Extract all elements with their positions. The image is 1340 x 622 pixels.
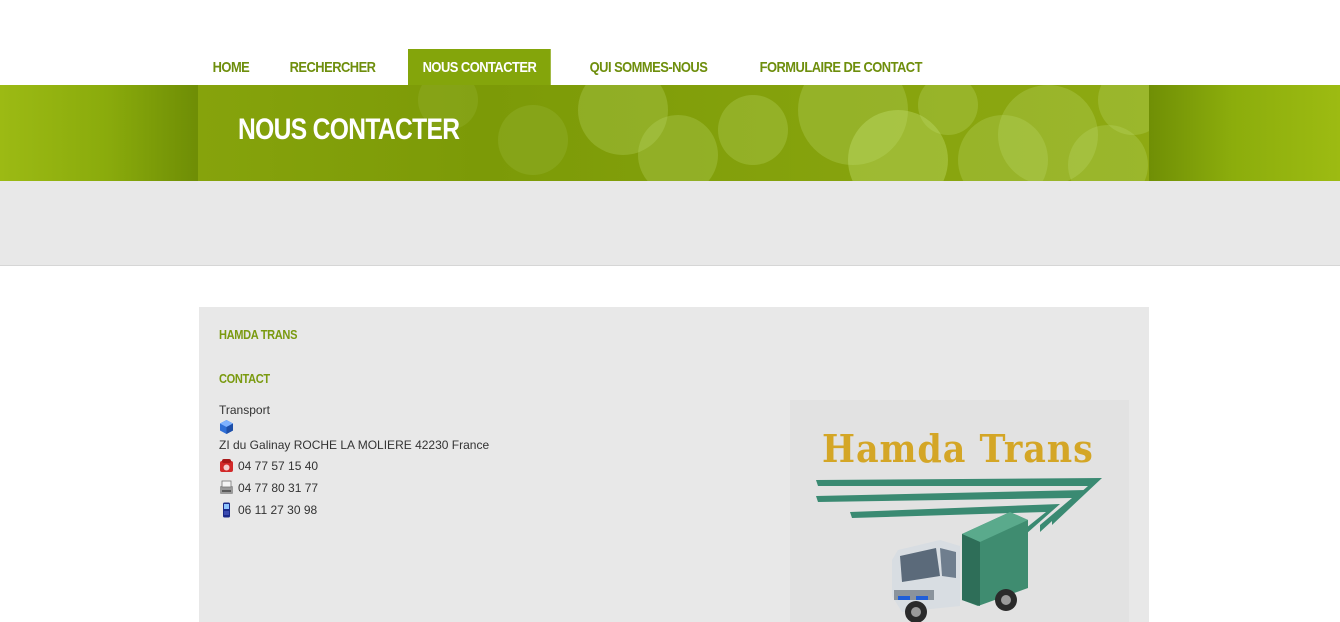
company-name: HAMDA TRANS [219,327,298,342]
mobile-phone-icon [219,502,234,518]
address-icon-row [219,419,234,435]
truck-icon [816,478,1102,622]
page-title: NOUS CONTACTER [238,113,460,146]
company-logo: Hamda Trans [790,400,1129,622]
main-nav: HOME RECHERCHER NOUS CONTACTER QUI SOMME… [198,49,968,85]
mobile-number: 06 11 27 30 98 [238,503,318,517]
nav-qui-sommes-nous[interactable]: QUI SOMMES-NOUS [575,49,722,85]
nav-nous-contacter[interactable]: NOUS CONTACTER [408,49,552,85]
fax-row: 04 77 80 31 77 [219,480,318,496]
fax-number: 04 77 80 31 77 [238,481,319,495]
nav-home[interactable]: HOME [198,49,264,85]
fax-icon [219,480,234,496]
contact-panel: HAMDA TRANS CONTACT Transport ZI du Gali… [199,307,1149,622]
phone-number: 04 77 57 15 40 [238,459,319,473]
breadcrumb-area [0,181,1340,266]
map-marker-icon [219,419,234,435]
page-banner: NOUS CONTACTER [0,85,1340,181]
mobile-row: 06 11 27 30 98 [219,502,317,518]
nav-formulaire-de-contact[interactable]: FORMULAIRE DE CONTACT [745,49,937,85]
address-text: ZI du Galinay ROCHE LA MOLIERE 42230 Fra… [219,438,490,452]
activity-text: Transport [219,403,270,417]
phone-icon [219,458,234,474]
banner-image: NOUS CONTACTER [198,85,1149,181]
phone-row: 04 77 57 15 40 [219,458,318,474]
contact-heading: CONTACT [219,371,270,386]
nav-rechercher[interactable]: RECHERCHER [275,49,390,85]
